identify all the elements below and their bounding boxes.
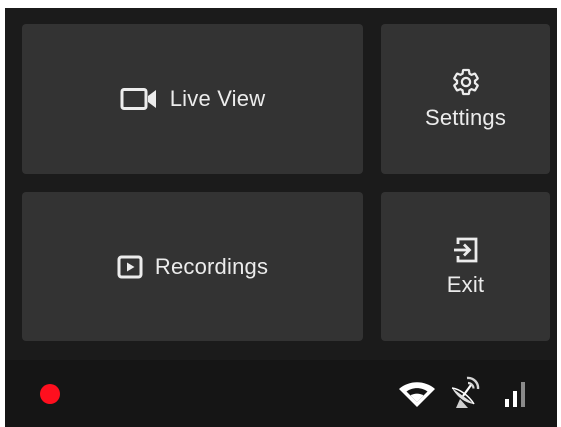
live-view-button[interactable]: Live View	[22, 24, 363, 174]
gear-icon	[451, 67, 481, 97]
satellite-dish-icon	[448, 374, 482, 410]
recording-indicator-icon	[40, 384, 60, 404]
settings-button[interactable]: Settings	[381, 24, 550, 174]
app-screen: Live View Settings Recordings Exit	[5, 8, 557, 427]
recordings-button[interactable]: Recordings	[22, 192, 363, 341]
wifi-icon	[397, 380, 437, 410]
exit-button[interactable]: Exit	[381, 192, 550, 341]
exit-icon	[453, 236, 479, 264]
play-box-icon	[117, 255, 143, 279]
status-bar	[5, 360, 557, 427]
video-camera-icon	[120, 87, 158, 111]
settings-label: Settings	[424, 105, 507, 130]
live-view-label: Live View	[169, 86, 266, 111]
signal-bars-icon	[502, 379, 530, 409]
exit-label: Exit	[446, 271, 485, 297]
recordings-label: Recordings	[154, 253, 269, 279]
